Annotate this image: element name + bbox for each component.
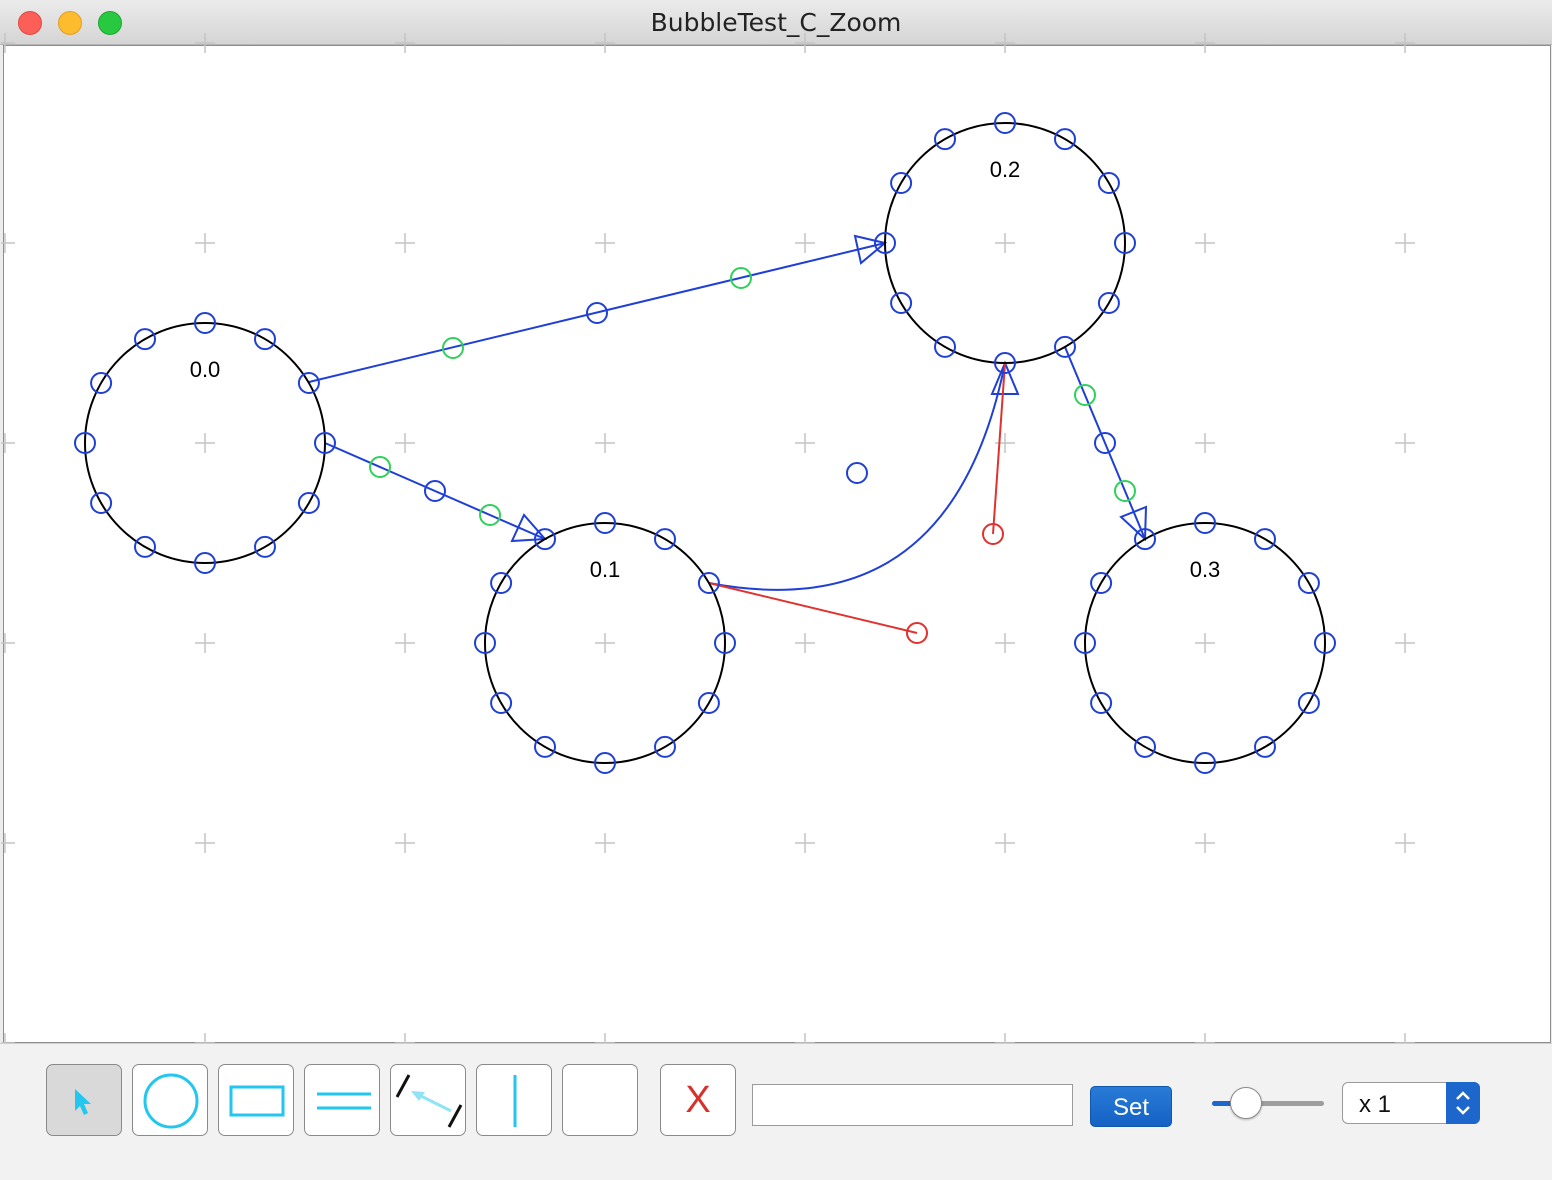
bubble-label: 0.1	[590, 557, 621, 582]
connector-0-2-to-0-3[interactable]	[1064, 346, 1146, 540]
vertical-line-tool-button[interactable]	[476, 1064, 552, 1136]
bubble-label: 0.2	[990, 157, 1021, 182]
arrow-cursor-icon	[75, 1089, 91, 1115]
zoom-select-value: x 1	[1359, 1091, 1392, 1118]
rectangle-icon	[229, 1085, 285, 1117]
bottom-toolbar: X Set x 1	[0, 1043, 1552, 1180]
circle-icon	[143, 1073, 199, 1129]
connector-tool-button[interactable]	[390, 1064, 466, 1136]
connector-0-0-to-0-1[interactable]	[324, 442, 546, 540]
delete-label: X	[685, 1079, 711, 1121]
select-arrows-icon	[1446, 1082, 1480, 1124]
bubble-label: 0.0	[190, 357, 221, 382]
curve-midpoint-handle[interactable]	[846, 462, 868, 484]
zoom-slider-track[interactable]	[1212, 1101, 1324, 1106]
red-control-line	[708, 582, 918, 634]
circle-tool-button[interactable]	[132, 1064, 208, 1136]
bubble-label: 0.3	[1190, 557, 1221, 582]
zoom-slider-knob[interactable]	[1229, 1087, 1262, 1119]
set-button[interactable]: Set	[1090, 1086, 1172, 1127]
connector-0-0-to-0-2[interactable]	[308, 242, 886, 383]
connector-arrow-icon	[395, 1074, 463, 1128]
drawing-canvas[interactable]: 0.0 0.1 0.2 0.3	[1, 33, 1551, 1044]
rectangle-tool-button[interactable]	[218, 1064, 294, 1136]
double-line-tool-button[interactable]	[304, 1064, 380, 1136]
vertical-line-icon	[513, 1075, 517, 1127]
zoom-select[interactable]: x 1	[1342, 1082, 1480, 1124]
double-line-icon	[317, 1092, 371, 1110]
text-input[interactable]	[752, 1084, 1073, 1126]
blank-tool-button[interactable]	[562, 1064, 638, 1136]
select-tool-button[interactable]	[46, 1064, 122, 1136]
connector-0-1-to-0-2[interactable]	[708, 362, 1006, 591]
delete-button[interactable]: X	[660, 1064, 736, 1136]
diagram-svg: 0.0 0.1 0.2 0.3	[1, 33, 1415, 1044]
grid-crosses	[1, 33, 1415, 1044]
